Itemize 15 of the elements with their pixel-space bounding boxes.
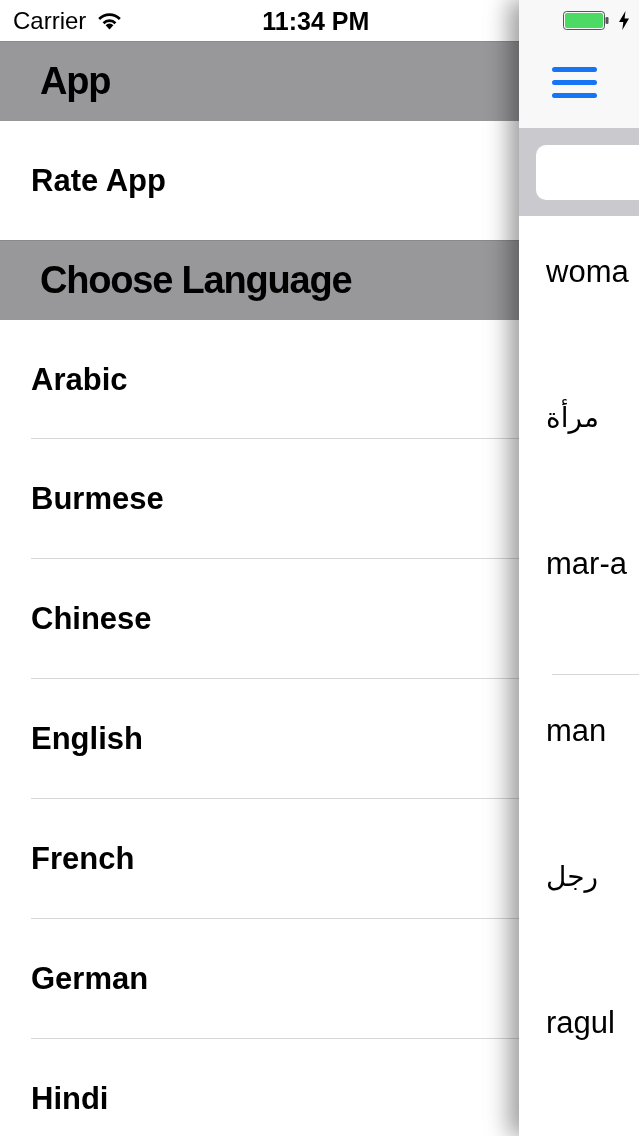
carrier-label: Carrier — [13, 6, 87, 35]
menu-button[interactable] — [552, 67, 597, 98]
transliteration-text: ragul — [546, 1005, 615, 1041]
english-word: man — [546, 713, 607, 749]
battery-icon — [563, 11, 609, 30]
search-field[interactable] — [536, 145, 639, 200]
arabic-word: مرأة — [546, 400, 599, 436]
arabic-word: رجل — [546, 859, 599, 895]
english-word: woma — [546, 254, 629, 290]
status-time: 11:34 PM — [262, 6, 370, 35]
section-header: App — [0, 41, 519, 121]
transliteration-text: mar-a — [546, 546, 627, 582]
wifi-icon — [97, 11, 123, 30]
menu-icon — [552, 67, 597, 98]
section-header: Choose Language — [0, 240, 519, 320]
